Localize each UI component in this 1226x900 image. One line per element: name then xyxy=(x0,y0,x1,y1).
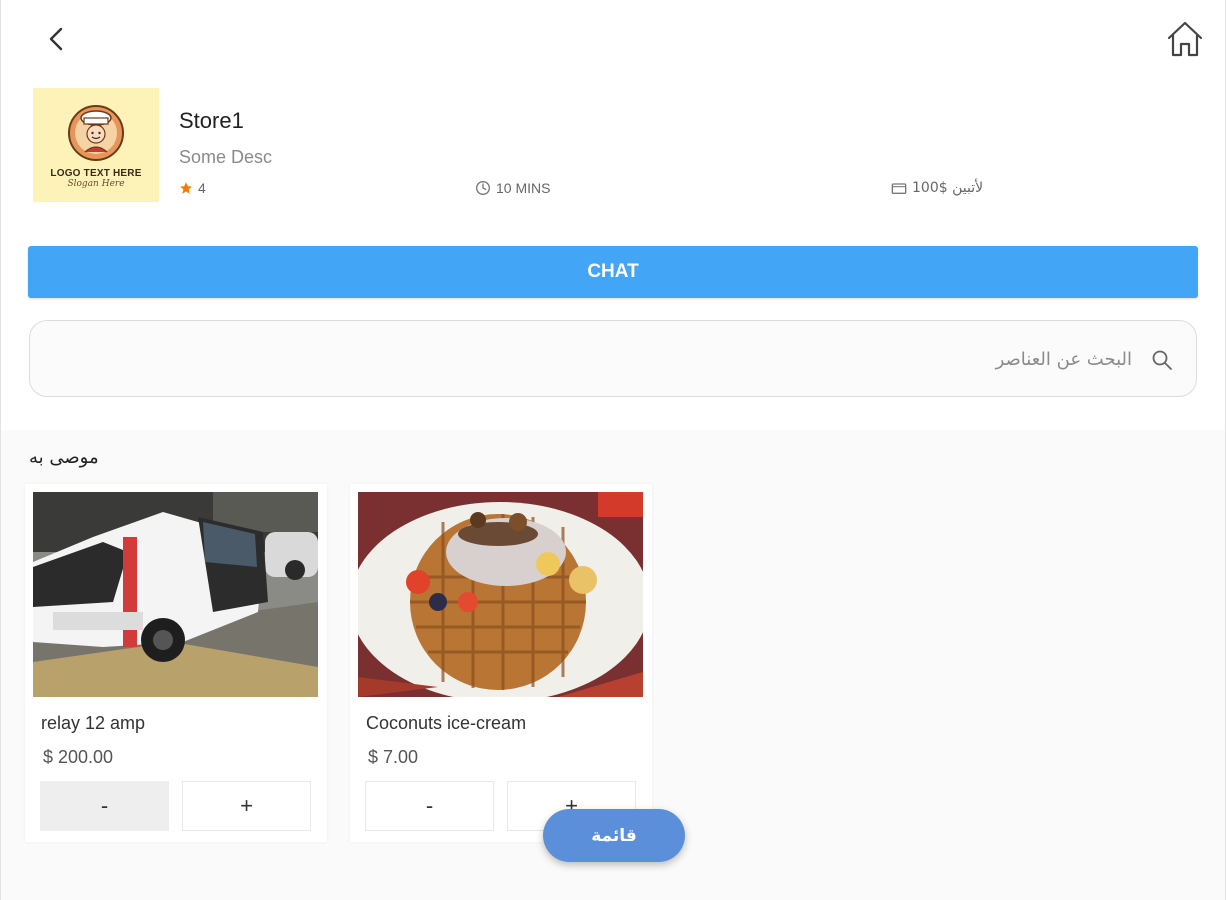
logo-slogan: Slogan Here xyxy=(67,178,125,189)
decrease-quantity-button[interactable]: - xyxy=(365,781,494,831)
product-name: Coconuts ice-cream xyxy=(366,713,527,733)
section-title: موصى به xyxy=(29,447,99,468)
product-price: $ 200.00 xyxy=(43,747,114,767)
store-name: Store1 xyxy=(179,108,244,133)
product-image xyxy=(358,492,643,697)
chat-button[interactable]: CHAT xyxy=(28,246,1198,298)
delivery-fee: لأتبين $100 xyxy=(891,180,983,196)
search-icon[interactable] xyxy=(1150,348,1174,372)
product-name: relay 12 amp xyxy=(41,713,146,733)
store-screen: LOGO TEXT HERE Slogan Here Store1 Some D… xyxy=(0,0,1226,900)
store-meta: 4 10 MINS لأتبين $100 xyxy=(179,180,999,202)
wallet-icon xyxy=(891,183,907,195)
search-input[interactable] xyxy=(52,339,1132,379)
store-description: Some Desc xyxy=(179,147,273,167)
logo-text: LOGO TEXT HERE xyxy=(50,167,142,179)
clock-icon xyxy=(476,181,490,195)
search-bar xyxy=(29,320,1197,397)
car-photo-icon xyxy=(33,492,318,697)
delivery-time-value: 10 MINS xyxy=(496,180,551,196)
product-card[interactable]: Coconuts ice-cream $ 7.00 - + xyxy=(350,484,652,842)
chef-logo-icon xyxy=(68,104,124,161)
store-logo: LOGO TEXT HERE Slogan Here xyxy=(33,88,159,202)
back-button[interactable] xyxy=(41,22,71,56)
decrease-quantity-button[interactable]: - xyxy=(40,781,169,831)
home-button[interactable] xyxy=(1163,16,1207,62)
product-price: $ 7.00 xyxy=(368,747,419,767)
chevron-left-icon xyxy=(49,27,63,51)
increase-quantity-button[interactable]: + xyxy=(182,781,311,831)
menu-button[interactable]: قائمة xyxy=(543,809,685,862)
delivery-fee-value: لأتبين $100 xyxy=(912,180,984,196)
star-icon xyxy=(180,182,192,194)
product-card[interactable]: relay 12 amp $ 200.00 - + xyxy=(25,484,327,842)
product-image xyxy=(33,492,318,697)
delivery-time: 10 MINS xyxy=(475,180,550,196)
rating-value: 4 xyxy=(198,180,206,196)
waffle-photo-icon xyxy=(358,492,643,697)
home-icon xyxy=(1167,21,1203,57)
rating: 4 xyxy=(179,180,206,196)
